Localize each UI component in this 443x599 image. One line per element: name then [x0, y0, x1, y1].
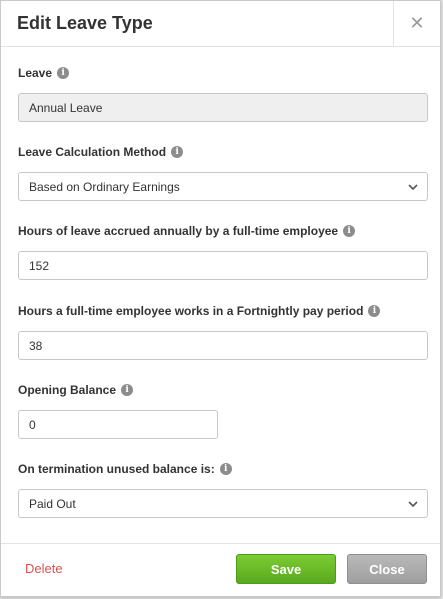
hours-worked-input[interactable]: 38: [18, 331, 428, 360]
termination-value: Paid Out: [29, 496, 76, 511]
dialog-title: Edit Leave Type: [17, 13, 153, 33]
delete-link[interactable]: Delete: [25, 561, 63, 576]
chevron-down-icon: [408, 501, 418, 508]
dialog-header: Edit Leave Type ✕: [1, 1, 440, 47]
dialog-footer: Delete Save Close: [1, 543, 440, 597]
close-button[interactable]: Close: [347, 554, 427, 584]
hours-accrued-field: Hours of leave accrued annually by a ful…: [18, 224, 428, 280]
close-icon[interactable]: ✕: [393, 1, 440, 46]
info-icon[interactable]: i: [171, 146, 184, 158]
info-icon[interactable]: i: [368, 305, 381, 317]
opening-balance-input[interactable]: 0: [18, 410, 218, 439]
termination-label: On termination unused balance is:: [18, 462, 215, 476]
calc-method-field: Leave Calculation Method i Based on Ordi…: [18, 145, 428, 201]
info-icon[interactable]: i: [219, 463, 232, 475]
info-icon[interactable]: i: [343, 225, 356, 237]
calc-method-label: Leave Calculation Method: [18, 145, 167, 159]
save-button[interactable]: Save: [236, 554, 336, 584]
opening-balance-field: Opening Balance i 0: [18, 383, 218, 439]
calc-method-select[interactable]: Based on Ordinary Earnings: [18, 172, 428, 201]
leave-field: Leave i Annual Leave: [18, 66, 428, 122]
hours-worked-field: Hours a full-time employee works in a Fo…: [18, 304, 428, 360]
termination-field: On termination unused balance is: i Paid…: [18, 462, 428, 518]
edit-leave-type-dialog: Edit Leave Type ✕ Leave i Annual Leave L…: [0, 0, 441, 597]
chevron-down-icon: [408, 184, 418, 191]
calc-method-value: Based on Ordinary Earnings: [29, 179, 180, 194]
opening-balance-label: Opening Balance: [18, 383, 117, 397]
info-icon[interactable]: i: [121, 384, 134, 396]
hours-accrued-label: Hours of leave accrued annually by a ful…: [18, 224, 339, 238]
info-icon[interactable]: i: [57, 67, 70, 79]
hours-accrued-input[interactable]: 152: [18, 251, 428, 280]
leave-label: Leave: [18, 66, 53, 80]
hours-worked-label: Hours a full-time employee works in a Fo…: [18, 304, 364, 318]
termination-select[interactable]: Paid Out: [18, 489, 428, 518]
leave-input: Annual Leave: [18, 93, 428, 122]
